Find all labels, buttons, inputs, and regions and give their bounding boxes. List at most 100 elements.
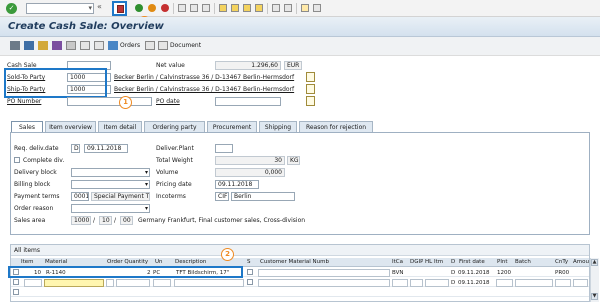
check-icon[interactable]: ✓ — [6, 3, 17, 14]
new-session-icon[interactable] — [272, 4, 280, 12]
cell-amount[interactable] — [573, 279, 588, 287]
chevron-down-icon: ▾ — [144, 169, 148, 176]
item-icon[interactable] — [38, 41, 48, 50]
document-flow-icon[interactable] — [80, 41, 90, 50]
last-page-icon[interactable] — [255, 4, 263, 12]
cell-plant[interactable]: 1200 — [497, 270, 511, 276]
save-button[interactable] — [112, 1, 127, 16]
column-header-d[interactable]: D — [451, 259, 455, 265]
billing-block-select[interactable]: ▾ — [71, 180, 150, 189]
payment-terms-code-field[interactable]: 0001 — [71, 192, 89, 201]
cell-order-quantity[interactable] — [116, 279, 150, 287]
display-change-icon[interactable] — [10, 41, 20, 50]
cell-plant[interactable] — [496, 279, 513, 287]
document-button[interactable]: Document — [170, 42, 201, 49]
cell-first-date[interactable]: 09.11.2018 — [458, 270, 490, 276]
exit-icon[interactable] — [148, 4, 156, 12]
cell-first-date[interactable]: 09.11.2018 — [458, 280, 490, 286]
pricing-date-field[interactable]: 09.11.2018 — [215, 180, 259, 189]
incoterms-place-field[interactable]: Berlin — [231, 192, 295, 201]
cell-s-checkbox[interactable] — [247, 279, 253, 285]
cell-s-checkbox[interactable] — [247, 269, 253, 275]
column-header-cnty[interactable]: CnTy — [555, 259, 568, 265]
column-header-first-date[interactable]: First date — [459, 259, 485, 265]
cell-itca[interactable]: BVN — [392, 270, 403, 276]
column-header-item[interactable]: Item — [21, 259, 34, 265]
payment-terms-label: Payment terms — [14, 193, 60, 200]
header-icon[interactable] — [24, 41, 34, 50]
transfer-icon[interactable] — [52, 41, 62, 50]
po-number-field[interactable] — [67, 97, 152, 106]
find-icon[interactable] — [190, 4, 198, 12]
column-header-description[interactable]: Description — [175, 259, 206, 265]
deliver-plant-field[interactable] — [215, 144, 233, 153]
total-weight-label: Total Weight — [156, 157, 193, 164]
command-dropdown-icon[interactable]: ▾ — [88, 4, 92, 12]
delivery-block-select[interactable]: ▾ — [71, 168, 150, 177]
column-header-dgip[interactable]: DGIP — [410, 259, 423, 265]
table-row[interactable] — [11, 288, 589, 297]
print-preview-icon[interactable] — [145, 41, 155, 50]
orders-icon[interactable] — [108, 41, 118, 50]
order-reason-select[interactable]: ▾ — [71, 204, 150, 213]
cell-item[interactable] — [24, 279, 42, 287]
cell-customer-material[interactable] — [258, 269, 390, 277]
complete-div-checkbox[interactable] — [14, 157, 20, 163]
column-header-plnt[interactable]: Plnt — [497, 259, 508, 265]
back-icon[interactable] — [135, 4, 143, 12]
cell-itca[interactable] — [392, 279, 408, 287]
cancel-icon[interactable] — [161, 4, 169, 12]
ship-to-document-icon[interactable] — [306, 84, 315, 94]
row-select-checkbox[interactable] — [13, 279, 19, 285]
first-page-icon[interactable] — [219, 4, 227, 12]
po-date-field[interactable] — [215, 97, 281, 106]
column-header-itca[interactable]: ItCa — [392, 259, 403, 265]
copy-icon[interactable] — [66, 41, 76, 50]
scroll-up-icon[interactable]: ▲ — [591, 259, 598, 266]
layout-icon[interactable] — [313, 4, 321, 12]
cell-unit[interactable] — [153, 279, 171, 287]
ship-to-address[interactable]: Becker Berlin / Calvinstrasse 36 / D-134… — [114, 86, 294, 93]
page-title: Create Cash Sale: Overview — [8, 21, 164, 32]
column-header-customer-material[interactable]: Customer Material Numb — [260, 259, 329, 265]
column-header-s[interactable]: S — [247, 259, 251, 265]
net-value-label: Net value — [156, 62, 185, 69]
req-deliv-date-field[interactable]: 09.11.2018 — [84, 144, 128, 153]
column-header-order-quantity[interactable]: Order Quantity — [107, 259, 148, 265]
cell-description[interactable] — [174, 279, 244, 287]
req-deliv-date-format-field[interactable]: D — [71, 144, 80, 153]
command-back-icon[interactable]: « — [97, 2, 107, 13]
sold-to-address[interactable]: Becker Berlin / Calvinstrasse 36 / D-134… — [114, 74, 294, 81]
prev-page-icon[interactable] — [231, 4, 239, 12]
list-icon[interactable] — [94, 41, 104, 50]
shortcut-icon[interactable] — [284, 4, 292, 12]
find-next-icon[interactable] — [202, 4, 210, 12]
column-header-amount[interactable]: Amou — [573, 259, 589, 265]
row-select-checkbox[interactable] — [13, 289, 19, 295]
next-page-icon[interactable] — [243, 4, 251, 12]
column-header-material[interactable]: Material — [45, 259, 67, 265]
help-icon[interactable] — [301, 4, 309, 12]
cell-cnty[interactable] — [555, 279, 571, 287]
cell-material[interactable] — [44, 279, 104, 287]
sold-to-document-icon[interactable] — [306, 72, 315, 82]
incoterms-code-field[interactable]: CIF — [215, 192, 229, 201]
column-header-hl-itm[interactable]: HL Itm — [425, 259, 443, 265]
orders-button[interactable]: Orders — [120, 42, 140, 49]
cell-cnty[interactable]: PR00 — [555, 270, 569, 276]
cell-hl-itm[interactable] — [425, 279, 449, 287]
cell-batch[interactable] — [515, 279, 553, 287]
cell-dgip[interactable] — [410, 279, 423, 287]
value-help-icon[interactable] — [106, 279, 114, 287]
document-icon[interactable] — [158, 41, 168, 50]
column-header-unit[interactable]: Un — [155, 259, 163, 265]
column-header-batch[interactable]: Batch — [515, 259, 531, 265]
cell-customer-material[interactable] — [258, 279, 390, 287]
table-row[interactable] — [11, 297, 589, 301]
cell-d[interactable]: D — [451, 270, 455, 276]
command-field[interactable]: ▾ — [26, 3, 94, 14]
print-icon[interactable] — [178, 4, 186, 12]
cell-d[interactable]: D — [451, 280, 455, 286]
po-document-icon[interactable] — [306, 96, 315, 106]
scroll-down-icon[interactable]: ▼ — [591, 293, 598, 300]
